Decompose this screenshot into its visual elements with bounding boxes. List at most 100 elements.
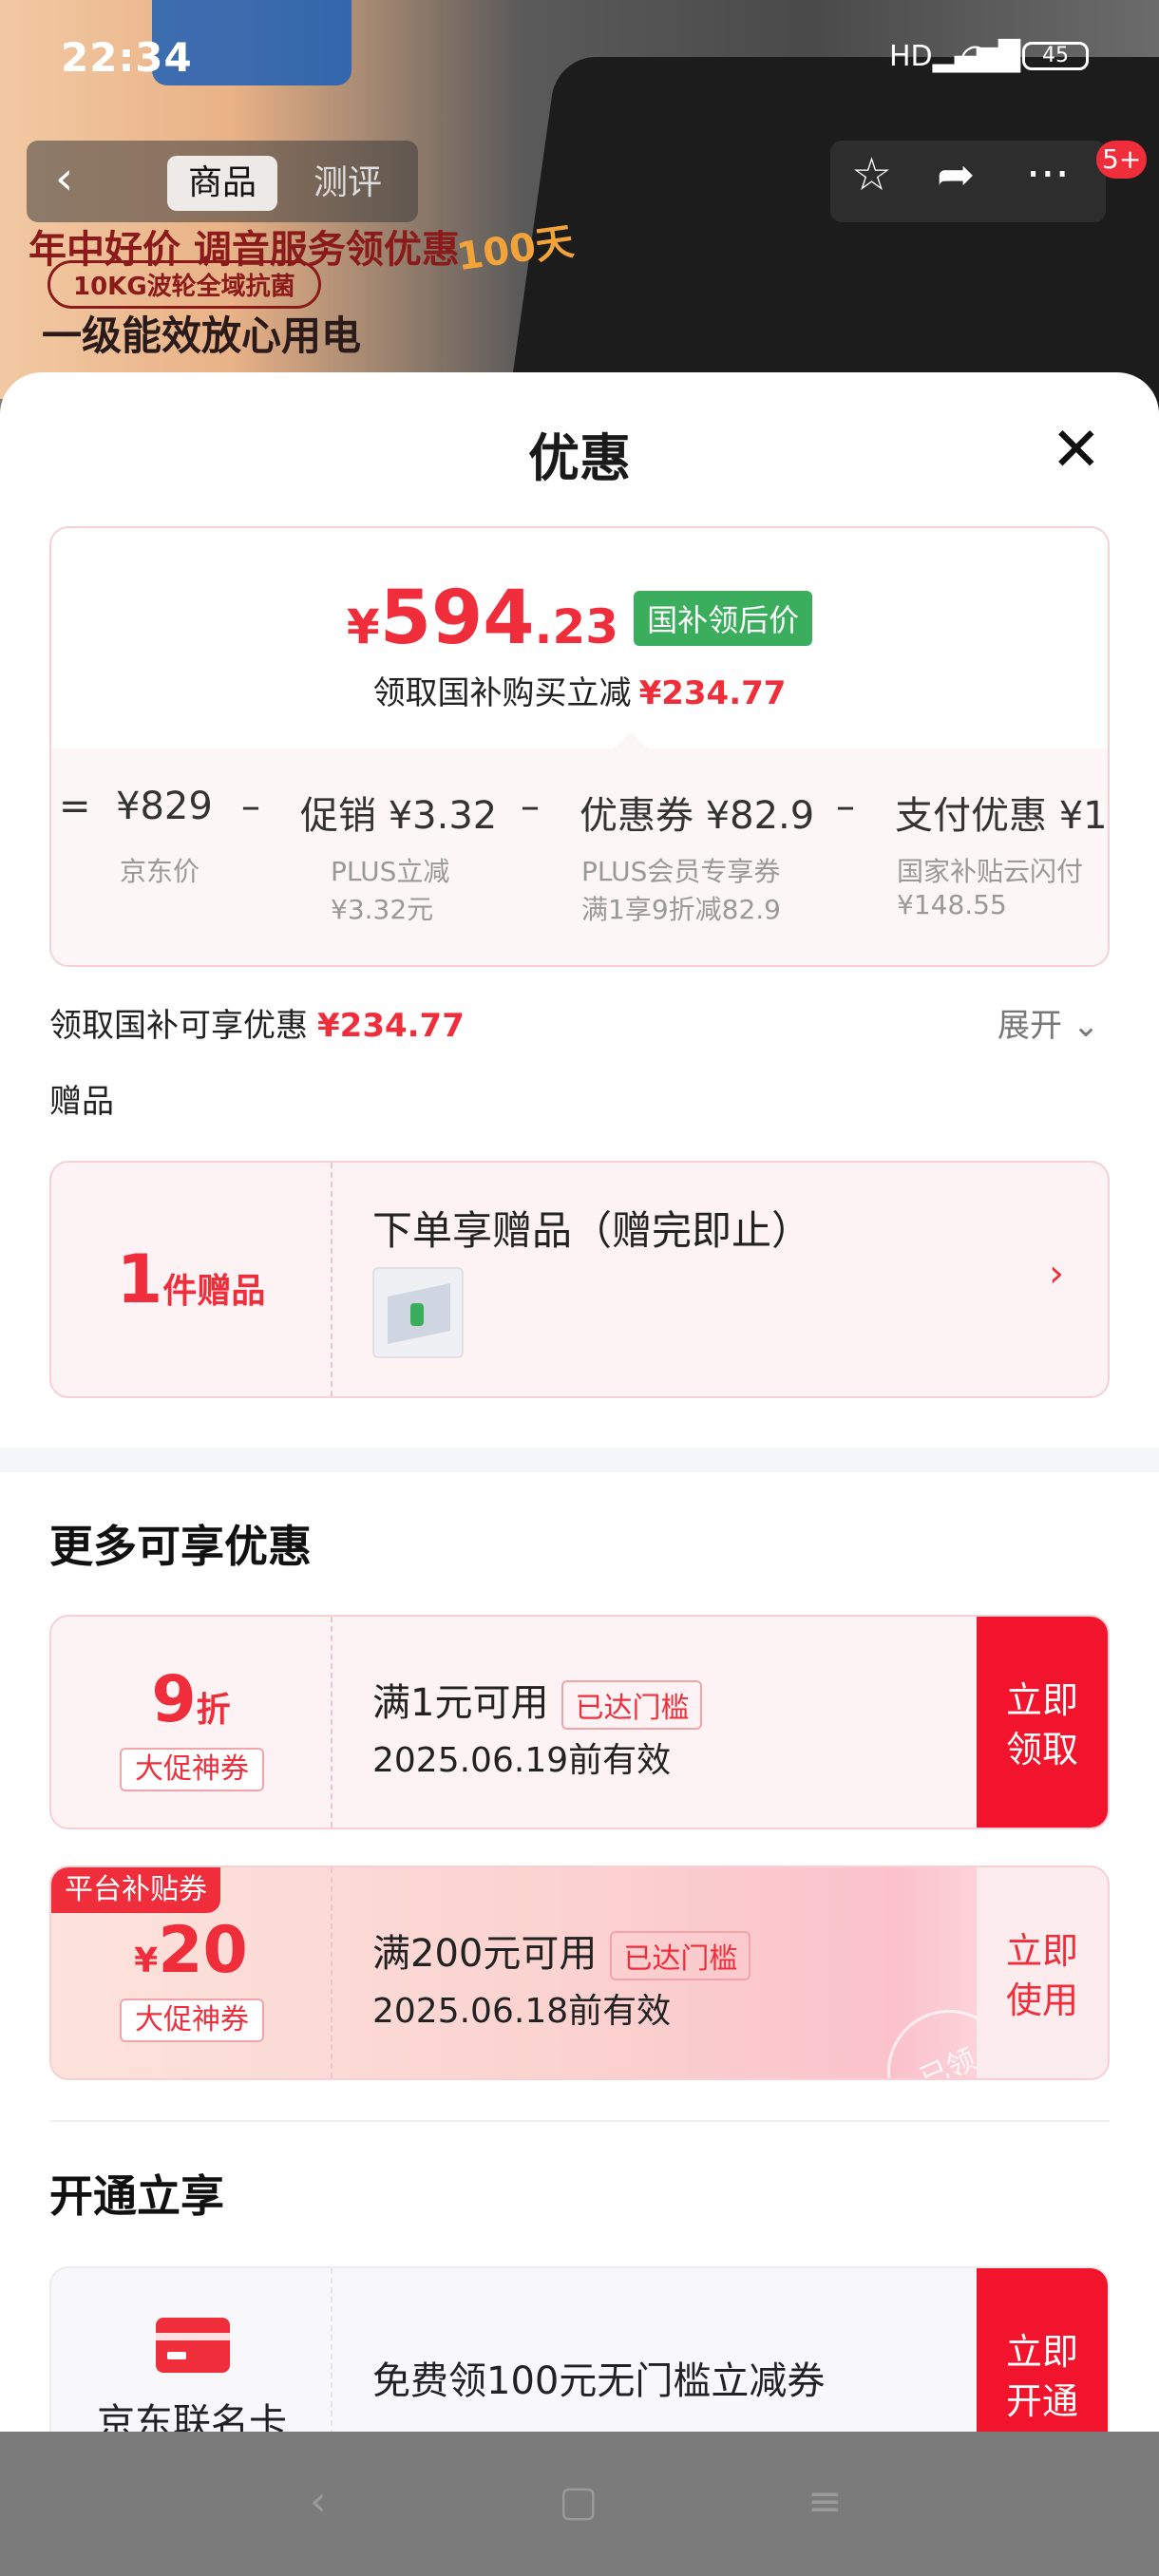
breakdown-equals: = [59,785,91,828]
breakdown-jd-price: ¥829 [116,785,213,828]
claim-button-line2: 领取 [1005,1729,1078,1771]
breakdown-minus: – [241,785,260,828]
promo-line-3: 一级能效放心用电 [42,313,362,359]
coupon-value: 20 [158,1913,248,1988]
card-offer-text: 免费领100元无门槛立减券 [372,2359,826,2403]
close-icon[interactable]: ✕ [1051,420,1102,481]
expand-label: 展开 [998,1007,1062,1045]
card-name: 京东联名卡 [97,2401,287,2432]
system-nav-bar: ‹ ▢ ≡ [0,2432,1159,2576]
gift-count-unit: 件赠品 [162,1272,266,1311]
breakdown-payment: 支付优惠 ¥14 [895,794,1110,838]
coupon-condition-row: 满1元可用 已达门槛 [372,1672,703,1730]
battery-level: 45 [1042,44,1069,67]
breakdown-promo-sub1: PLUS立减 [331,856,450,887]
signal-label: HD [889,40,933,73]
product-actions: ☆ ➦ ··· [830,141,1106,222]
price-breakdown: = ¥829 京东价 – 促销 ¥3.32 PLUS立减 ¥3.32元 – 优惠… [51,748,1110,965]
coupon-value-block: ¥20 大促神券 [51,1867,332,2078]
section-gap [0,1448,1159,1472]
subsidy-discount-row: 领取国补可享优惠 ¥234.77 [49,999,465,1046]
price-currency: ¥ [346,599,380,654]
use-button-line1: 立即 [1005,1930,1078,1972]
breakdown-promo-sub2: ¥3.32元 [331,894,434,925]
divider [49,2120,1110,2122]
nav-home-icon[interactable]: ▢ [559,2477,598,2526]
open-card-button[interactable]: 立即 开通 [977,2268,1108,2432]
coupon-condition: 满1元可用 [372,1681,549,1725]
gift-count: 1 [116,1241,163,1318]
save-amount: ¥234.77 [638,674,787,712]
chevron-down-icon: ⌄ [1072,1007,1100,1045]
more-discounts-heading: 更多可享优惠 [49,1521,312,1572]
breakdown-payment-sub1: 国家补贴云闪付 [897,856,1084,887]
claim-coupon-button[interactable]: 立即 领取 [977,1617,1108,1828]
coupon-expiry: 2025.06.18前有效 [372,1992,672,2031]
subsidy-price-tag: 国补领后价 [634,591,813,646]
price-decimal: .23 [534,599,619,654]
promo-pill: 10KG波轮全域抗菌 [48,260,321,309]
card-notch [614,731,648,748]
coupon-currency: ¥ [134,1941,159,1980]
message-badge: 5+ [1096,141,1148,179]
breakdown-promo: 促销 ¥3.32 [300,794,498,838]
subsidy-discount-amount: ¥234.77 [317,1007,465,1045]
product-top-nav: ‹ 商品 测评 [27,141,418,222]
threshold-met-pill: 已达门槛 [561,1680,703,1730]
gift-card[interactable]: 1件赠品 下单享赠品（赠完即止） › [49,1161,1110,1398]
open-button-line2: 开通 [1005,2380,1078,2422]
threshold-met-pill: 已达门槛 [610,1931,751,1980]
coupon-condition: 满200元可用 [372,1932,598,1976]
coupon-value-block: 9折 大促神券 [51,1617,332,1828]
save-row: 领取国补购买立减 ¥234.77 [51,667,1108,713]
tab-product[interactable]: 商品 [167,156,278,211]
gift-heading: 赠品 [49,1083,114,1121]
signal-icon: HD▂▄▆█ [889,40,1020,73]
coupon-card: 9折 大促神券 满1元可用 已达门槛 2025.06.19前有效 立即领取 [49,1615,1110,1829]
coupon-tag: 大促神券 [120,1998,264,2042]
product-image [506,57,1159,418]
nav-menu-icon[interactable]: ≡ [808,2477,843,2526]
breakdown-coupon-sub1: PLUS会员专享券 [581,856,781,887]
use-button-line2: 使用 [1005,1979,1078,2021]
more-icon[interactable]: ··· [1026,148,1070,201]
breakdown-payment-sub2: ¥148.55 [897,889,1007,920]
coupon-unit: 折 [196,1691,231,1730]
battery-icon: 45 [1022,42,1089,70]
back-icon[interactable]: ‹ [55,152,73,205]
coupon-expiry: 2025.06.19前有效 [372,1741,672,1780]
credit-card-icon [156,2318,230,2373]
coupon-value: 9 [151,1662,197,1737]
sheet-title: 优惠 [528,428,631,488]
breakdown-coupon-sub2: 满1享9折减82.9 [581,894,781,925]
subsidy-discount-label: 领取国补可享优惠 [49,1007,308,1045]
wifi-icon: ◠ [960,36,992,78]
share-icon[interactable]: ➦ [937,148,975,201]
coupon-tag: 大促神券 [120,1748,264,1791]
gift-thumbnail [372,1267,464,1358]
breakdown-jd-price-sub: 京东价 [120,856,200,887]
price-summary: ¥594.23 国补领后价 领取国补购买立减 ¥234.77 [51,528,1108,748]
use-coupon-button[interactable]: 立即 使用 [977,1867,1108,2078]
claim-button-line1: 立即 [1005,1679,1078,1721]
breakdown-minus: – [836,785,855,828]
breakdown-coupon: 优惠券 ¥82.9 [580,794,815,838]
coupon-condition-row: 满200元可用 已达门槛 [372,1923,751,1980]
star-icon[interactable]: ☆ [851,148,892,201]
expand-toggle[interactable]: 展开 ⌄ [998,999,1099,1046]
gift-count-block: 1件赠品 [51,1163,332,1396]
tab-review[interactable]: 测评 [293,156,403,211]
price-integer: 594 [379,576,535,661]
breakdown-minus: – [521,785,540,828]
nav-back-icon[interactable]: ‹ [310,2477,327,2526]
discount-sheet: 优惠 ✕ ¥594.23 国补领后价 领取国补购买立减 ¥234.77 = ¥829… [0,372,1159,2432]
final-price: ¥594.23 [347,576,618,661]
save-text: 领取国补购买立减 [372,674,632,712]
co-brand-card-offer: 京东联名卡 免费领100元无门槛立减券 立即开通 [49,2266,1110,2432]
status-time: 22:34 [61,34,193,81]
open-button-line1: 立即 [1005,2331,1078,2373]
gift-title: 下单享赠品（赠完即止） [372,1207,812,1254]
coupon-card: 平台补贴券 ¥20 大促神券 满200元可用 已达门槛 2025.06.18前有效… [49,1866,1110,2080]
price-card: ¥594.23 国补领后价 领取国补购买立减 ¥234.77 = ¥829 京东价 … [49,526,1110,967]
chevron-right-icon: › [1049,1252,1064,1296]
